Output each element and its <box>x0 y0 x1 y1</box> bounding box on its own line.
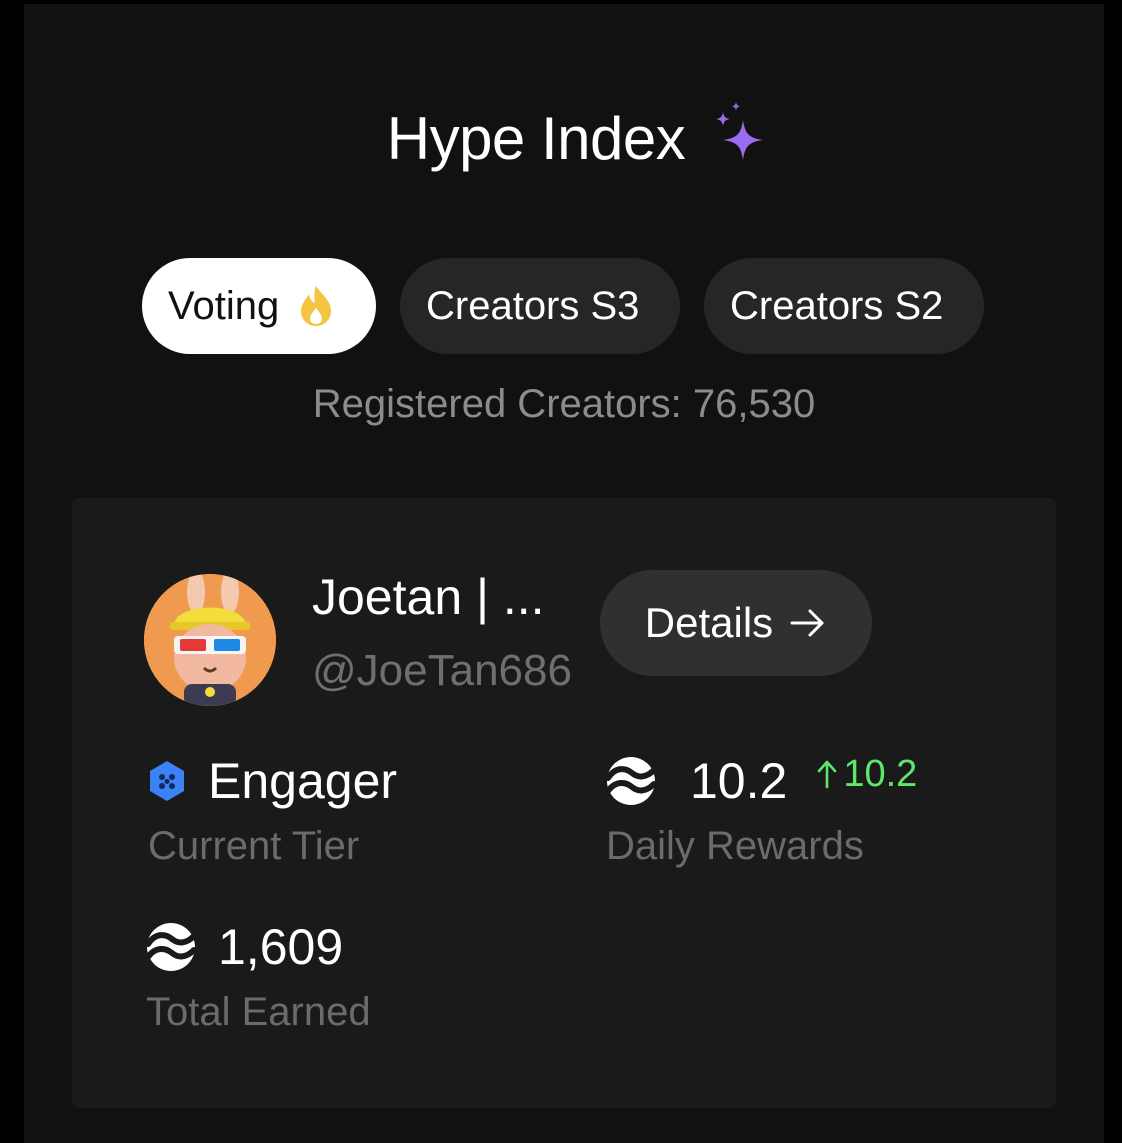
tab-voting-label: Voting <box>168 283 280 328</box>
current-tier-stat: Engager Current Tier <box>148 752 397 869</box>
hype-index-panel: Hype Index Voting Creators S3 Creators S… <box>24 4 1104 1143</box>
avatar-image <box>144 574 276 706</box>
up-arrow-icon <box>818 760 837 789</box>
flame-icon <box>301 286 332 326</box>
tab-bar: Voting Creators S3 Creators S2 <box>142 258 984 354</box>
total-earned-label: Total Earned <box>146 990 371 1034</box>
tier-label: Current Tier <box>148 824 360 868</box>
total-earned-value: 1,609 <box>218 919 344 975</box>
daily-rewards-value: 10.2 <box>690 753 788 809</box>
registered-creators-count: Registered Creators: 76,530 <box>312 382 816 426</box>
details-button-label: Details <box>644 599 774 646</box>
token-coin-icon <box>146 923 196 971</box>
details-button[interactable]: Details <box>600 570 872 676</box>
hexagon-tier-icon <box>150 761 184 801</box>
tier-value: Engager <box>208 753 398 809</box>
token-coin-icon <box>606 757 656 805</box>
tab-creators-s3-label: Creators S3 <box>426 283 640 328</box>
user-name[interactable]: Joetan | ... <box>312 568 545 626</box>
daily-rewards-change: 10.2 <box>817 753 917 796</box>
page-title: Hype Index <box>386 105 686 172</box>
sparkle-icon <box>716 101 764 160</box>
user-handle: @JoeTan686 <box>312 646 572 695</box>
total-earned-stat: 1,609 Total Earned <box>146 918 371 1035</box>
daily-rewards-change-value: 10.2 <box>843 752 918 795</box>
tab-voting[interactable]: Voting <box>142 258 376 354</box>
daily-rewards-label: Daily Rewards <box>606 824 864 868</box>
tab-creators-s2[interactable]: Creators S2 <box>704 258 984 354</box>
avatar[interactable] <box>144 574 276 706</box>
creator-card: Joetan | ... @JoeTan686 Details Engager <box>72 498 1056 1108</box>
tab-creators-s2-label: Creators S2 <box>730 283 944 328</box>
tab-creators-s3[interactable]: Creators S3 <box>400 258 680 354</box>
daily-rewards-stat: 10.2 10.2 Daily Rewards <box>606 752 917 869</box>
header: Hype Index <box>24 101 1104 173</box>
arrow-right-icon <box>790 609 824 637</box>
